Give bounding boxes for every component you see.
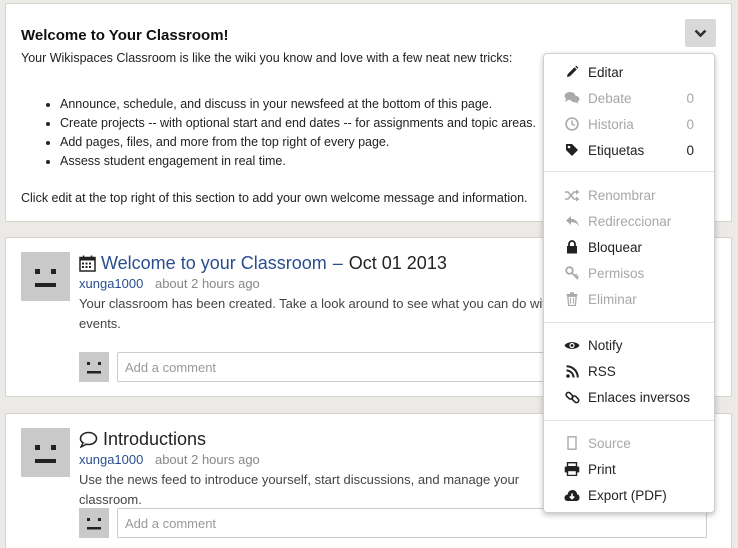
menu-item-label: Permisos <box>588 265 645 281</box>
menu-item-eliminar[interactable]: Eliminar <box>544 286 714 312</box>
menu-item-label: Debate <box>588 90 632 106</box>
avatar[interactable] <box>21 252 70 301</box>
welcome-intro: Your Wikispaces Classroom is like the wi… <box>21 51 513 65</box>
post-title: Introductions <box>79 429 206 450</box>
menu-item-label: Export (PDF) <box>588 487 667 503</box>
menu-item-permisos[interactable]: Permisos <box>544 260 714 286</box>
cloud-download-icon <box>564 487 580 503</box>
trash-icon <box>564 291 580 307</box>
menu-item-label: Editar <box>588 64 624 80</box>
welcome-title: Welcome to Your Classroom! <box>21 27 229 44</box>
chevron-down-icon <box>694 29 707 37</box>
printer-icon <box>564 461 580 477</box>
tag-icon <box>564 142 580 158</box>
link-icon <box>564 389 580 405</box>
menu-item-label: Source <box>588 435 631 451</box>
menu-item-editar[interactable]: Editar <box>544 59 714 85</box>
key-icon <box>564 265 580 281</box>
menu-item-historia[interactable]: Historia 0 <box>544 111 714 137</box>
post-meta: xunga1000 about 2 hours ago <box>79 276 260 291</box>
post-time: about 2 hours ago <box>154 452 260 467</box>
menu-item-label: Historia <box>588 116 634 132</box>
face-icon <box>35 269 56 287</box>
page-actions-menu: Editar Debate 0 Historia 0 Etiquetas 0 R… <box>543 53 715 513</box>
file-icon <box>564 435 580 451</box>
face-icon <box>87 518 101 530</box>
menu-item-redireccionar[interactable]: Redireccionar <box>544 208 714 234</box>
menu-item-count: 0 <box>686 116 694 132</box>
menu-item-rss[interactable]: RSS <box>544 358 714 384</box>
eye-icon <box>564 337 580 353</box>
post-author[interactable]: xunga1000 <box>79 452 143 467</box>
list-item: Assess student engagement in real time. <box>60 152 536 171</box>
menu-item-count: 0 <box>686 90 694 106</box>
lock-icon <box>564 239 580 255</box>
post-meta: xunga1000 about 2 hours ago <box>79 452 260 467</box>
pencil-icon <box>564 64 580 80</box>
menu-item-count: 0 <box>686 142 694 158</box>
menu-item-label: Print <box>588 461 616 477</box>
post-title-link[interactable]: Welcome to your Classroom <box>101 253 327 274</box>
menu-item-print[interactable]: Print <box>544 456 714 482</box>
face-icon <box>35 445 56 463</box>
title-separator: – <box>332 253 343 273</box>
menu-item-notify[interactable]: Notify <box>544 332 714 358</box>
face-icon <box>87 362 101 374</box>
menu-divider <box>544 420 714 421</box>
clock-icon <box>564 116 580 132</box>
post-title-link[interactable]: Introductions <box>103 429 206 450</box>
menu-item-etiquetas[interactable]: Etiquetas 0 <box>544 137 714 163</box>
welcome-footer: Click edit at the top right of this sect… <box>21 191 528 205</box>
comment-avatar <box>79 508 109 538</box>
list-item: Add pages, files, and more from the top … <box>60 133 536 152</box>
post-body: Use the news feed to introduce yourself,… <box>79 472 520 507</box>
menu-item-debate[interactable]: Debate 0 <box>544 85 714 111</box>
menu-item-label: Bloquear <box>588 239 643 255</box>
menu-divider <box>544 171 714 172</box>
menu-item-enlaces-inversos[interactable]: Enlaces inversos <box>544 384 714 410</box>
menu-item-label: Notify <box>588 337 623 353</box>
menu-item-export-pdf[interactable]: Export (PDF) <box>544 482 714 508</box>
menu-divider <box>544 322 714 323</box>
post-body: Your classroom has been created. Take a … <box>79 296 554 331</box>
menu-item-label: Eliminar <box>588 291 637 307</box>
shuffle-icon <box>564 187 580 203</box>
post-time: about 2 hours ago <box>154 276 260 291</box>
post-date: Oct 01 2013 <box>348 253 447 273</box>
comment-avatar <box>79 352 109 382</box>
menu-toggle-button[interactable] <box>685 19 716 47</box>
menu-item-source[interactable]: Source <box>544 430 714 456</box>
menu-item-label: Enlaces inversos <box>588 389 691 405</box>
menu-item-label: Renombrar <box>588 187 656 203</box>
list-item: Create projects -- with optional start a… <box>60 114 536 133</box>
post-title: Welcome to your Classroom – Oct 01 2013 <box>79 253 447 274</box>
menu-item-renombrar[interactable]: Renombrar <box>544 182 714 208</box>
list-item: Announce, schedule, and discuss in your … <box>60 95 536 114</box>
reply-arrow-icon <box>564 213 580 229</box>
calendar-icon <box>79 255 96 272</box>
menu-item-label: RSS <box>588 363 616 379</box>
avatar[interactable] <box>21 428 70 477</box>
menu-item-label: Redireccionar <box>588 213 672 229</box>
post-author[interactable]: xunga1000 <box>79 276 143 291</box>
rss-icon <box>564 363 580 379</box>
welcome-bullet-list: Announce, schedule, and discuss in your … <box>60 95 536 171</box>
speech-bubble-icon <box>79 431 98 448</box>
menu-item-bloquear[interactable]: Bloquear <box>544 234 714 260</box>
menu-item-label: Etiquetas <box>588 142 645 158</box>
comments-icon <box>564 90 580 106</box>
